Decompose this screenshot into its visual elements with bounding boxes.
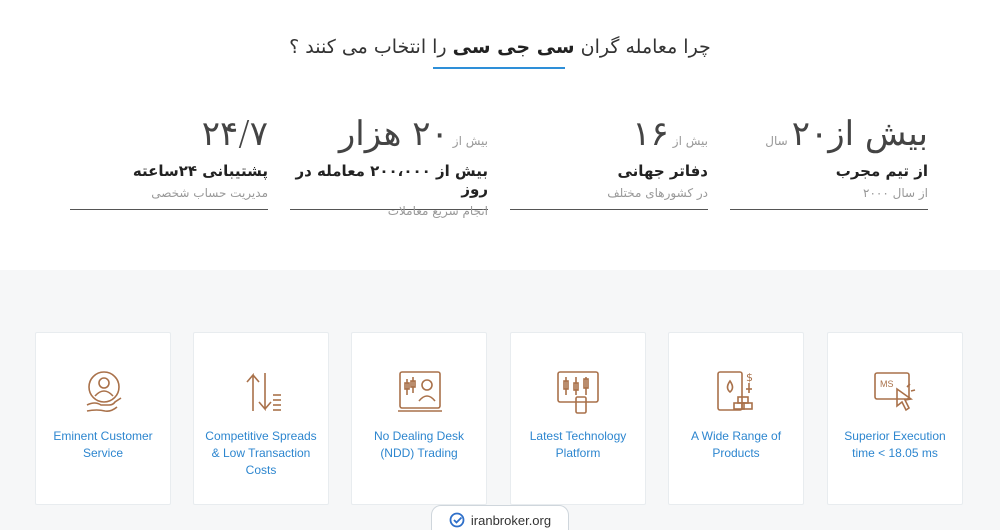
- dealing-desk-icon: [398, 371, 442, 412]
- stat-title: از تیم مجرب: [835, 162, 928, 180]
- iranbroker-watermark[interactable]: iranbroker.org: [431, 505, 569, 530]
- stat-value: بیش از۲۰: [791, 114, 928, 154]
- stat-subtitle: در کشورهای مختلف: [607, 186, 708, 200]
- svg-text:MS: MS: [880, 379, 894, 389]
- feature-label: Latest Technology Platform: [529, 429, 627, 460]
- feature-card-platform[interactable]: Latest Technology Platform: [510, 332, 646, 505]
- stat-unit: سال: [765, 134, 788, 148]
- stat-title: پشتیبانی ۲۴ساعته: [132, 162, 268, 180]
- products-icon: $: [717, 371, 753, 411]
- stat-trades: بیش از ۲۰ هزار بیش از ۲۰۰،۰۰۰ معامله در …: [290, 110, 489, 218]
- check-circle-icon: [449, 512, 465, 528]
- watermark-text: iranbroker.org: [470, 512, 552, 528]
- stat-prefix: بیش از: [452, 134, 488, 148]
- feature-card-customer-service[interactable]: Eminent Customer Service: [35, 332, 171, 505]
- stat-experience: بیش از۲۰ سال از تیم مجرب از سال ۲۰۰۰: [730, 110, 928, 210]
- stat-subtitle: انجام سریع معاملات: [387, 204, 488, 218]
- feature-card-spreads[interactable]: Competitive Spreads & Low Transaction Co…: [193, 332, 329, 505]
- feature-label: A Wide Range of Products: [690, 429, 782, 460]
- stat-prefix: بیش از: [672, 134, 708, 148]
- stat-value: ۲۰ هزار: [338, 114, 449, 154]
- feature-label: No Dealing Desk (NDD) Trading: [373, 429, 465, 460]
- section-heading: چرا معامله گران سی جی سی را انتخاب می کن…: [289, 36, 711, 58]
- trading-platform-icon: [557, 371, 599, 414]
- stat-value: ۱۶: [632, 114, 669, 154]
- feature-label: Competitive Spreads & Low Transaction Co…: [205, 429, 317, 477]
- spread-arrows-icon: [246, 372, 281, 412]
- feature-label: Eminent Customer Service: [53, 429, 153, 460]
- stat-title: بیش از ۲۰۰،۰۰۰ معامله در روز: [295, 162, 489, 198]
- stat-subtitle: از سال ۲۰۰۰: [863, 186, 928, 200]
- heading-underline: [433, 67, 565, 69]
- svg-text:$: $: [746, 371, 753, 384]
- execution-cursor-icon: MS: [874, 372, 916, 412]
- feature-card-ndd[interactable]: No Dealing Desk (NDD) Trading: [351, 332, 487, 505]
- feature-card-execution[interactable]: MS Superior Execution time < 18.05 ms: [827, 332, 963, 505]
- feature-label: Superior Execution time < 18.05 ms: [844, 429, 946, 460]
- stats-section: چرا معامله گران سی جی سی را انتخاب می کن…: [0, 0, 1000, 270]
- stat-subtitle: مدیریت حساب شخصی: [151, 186, 268, 200]
- stat-offices: بیش از ۱۶ دفاتر جهانی در کشورهای مختلف: [510, 110, 708, 210]
- stat-title: دفاتر جهانی: [617, 162, 709, 180]
- stat-support: ۲۴/۷ پشتیبانی ۲۴ساعته مدیریت حساب شخصی: [70, 110, 268, 210]
- features-section: Eminent Customer Service Competitive Spr…: [0, 270, 1000, 530]
- customer-service-icon: [86, 371, 122, 412]
- feature-card-products[interactable]: $ A Wide Range of Products: [668, 332, 804, 505]
- stat-value: ۲۴/۷: [201, 114, 268, 154]
- brand-name: سی جی سی: [452, 36, 575, 58]
